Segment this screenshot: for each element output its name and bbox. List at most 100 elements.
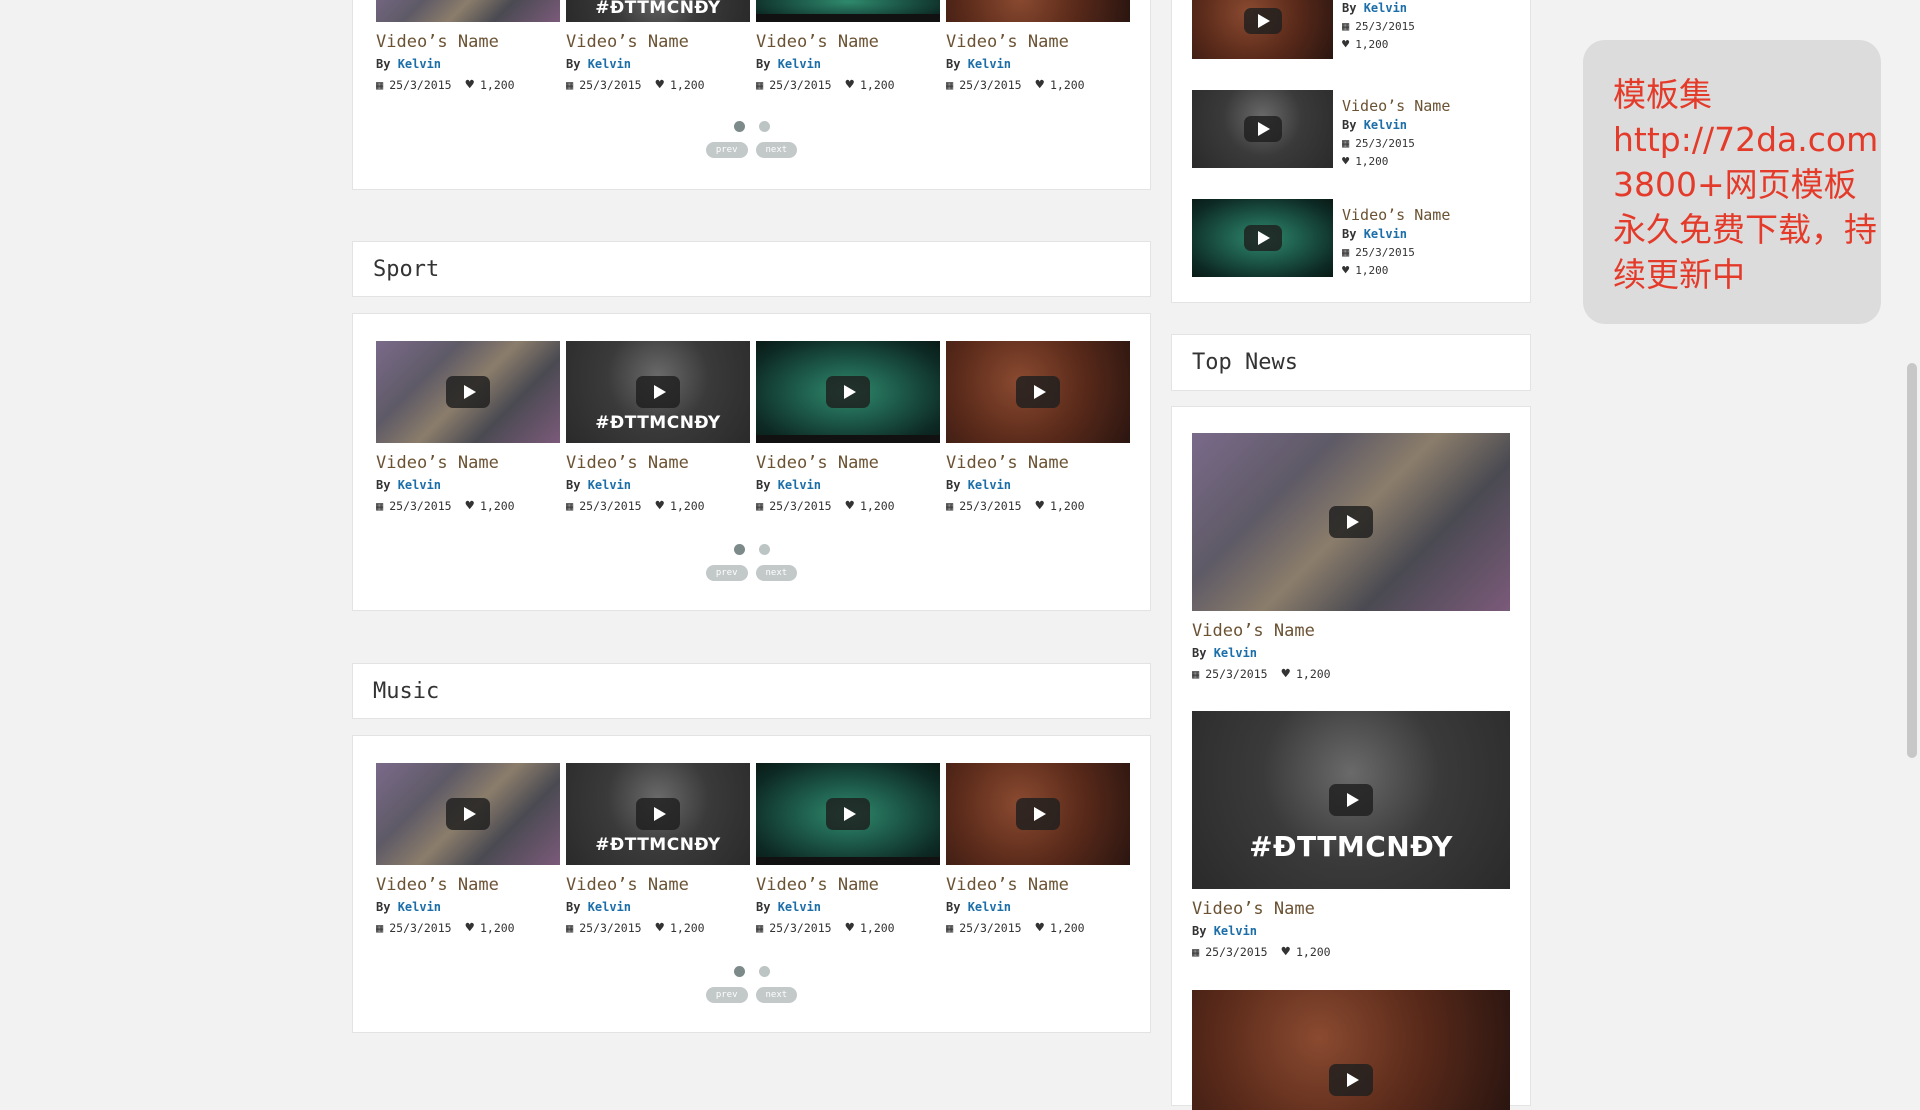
video-name[interactable]: Video’s Name bbox=[756, 32, 940, 52]
play-icon[interactable] bbox=[1329, 784, 1373, 816]
video-name[interactable]: Video’s Name bbox=[1342, 96, 1450, 116]
play-icon[interactable] bbox=[826, 376, 870, 408]
video-card[interactable]: Video’s Name By Kelvin ▦ 25/3/2015 ♥ 1,200 bbox=[756, 763, 940, 936]
video-thumbnail[interactable] bbox=[946, 0, 1130, 22]
video-thumbnail[interactable] bbox=[946, 341, 1130, 443]
author-link[interactable]: Kelvin bbox=[778, 900, 821, 914]
video-thumbnail[interactable] bbox=[1192, 0, 1333, 59]
video-thumbnail[interactable] bbox=[756, 341, 940, 443]
ad-banner[interactable]: 模板集 http://72da.com 3800+网页模板永久免费下载，持续更新… bbox=[1583, 40, 1881, 324]
video-card[interactable]: #ĐTTMCNĐY Video’s Name By Kelvin ▦ 25/3/2… bbox=[566, 341, 750, 514]
carousel-dot[interactable] bbox=[733, 544, 745, 555]
carousel-dot[interactable] bbox=[733, 966, 745, 977]
author-link[interactable]: Kelvin bbox=[398, 900, 441, 914]
video-thumbnail[interactable] bbox=[946, 763, 1130, 865]
author-link[interactable]: Kelvin bbox=[588, 57, 631, 71]
author-link[interactable]: Kelvin bbox=[778, 478, 821, 492]
top-news-item[interactable]: #ĐTTMCNĐY Video’s Name By Kelvin ▦ 25/3/2… bbox=[1192, 711, 1510, 960]
video-name[interactable]: Video’s Name bbox=[566, 453, 750, 473]
video-name[interactable]: Video’s Name bbox=[756, 875, 940, 895]
video-card[interactable]: Video’s Name By Kelvin ▦ 25/3/2015 ♥ 1,200 bbox=[946, 763, 1130, 936]
scrollbar-thumb[interactable] bbox=[1907, 363, 1917, 758]
video-byline: By Kelvin bbox=[1342, 227, 1450, 241]
carousel-dot[interactable] bbox=[758, 121, 770, 132]
video-thumbnail[interactable] bbox=[376, 341, 560, 443]
next-button[interactable]: next bbox=[755, 987, 798, 1003]
video-card[interactable]: Video’s Name By Kelvin ▦ 25/3/2015 ♥ 1,200 bbox=[946, 0, 1130, 93]
video-thumbnail[interactable]: #ĐTTMCNĐY bbox=[566, 341, 750, 443]
video-name[interactable]: Video’s Name bbox=[376, 875, 560, 895]
author-link[interactable]: Kelvin bbox=[1214, 646, 1257, 660]
video-card[interactable]: Video’s Name By Kelvin ▦ 25/3/2015 ♥ 1,200 bbox=[376, 341, 560, 514]
author-link[interactable]: Kelvin bbox=[968, 478, 1011, 492]
next-button[interactable]: next bbox=[755, 142, 798, 158]
play-icon[interactable] bbox=[1243, 116, 1282, 142]
prev-button[interactable]: prev bbox=[705, 565, 748, 581]
video-card[interactable]: Video’s Name By Kelvin ▦ 25/3/2015 ♥ 1,200 bbox=[376, 763, 560, 936]
play-icon[interactable] bbox=[1016, 376, 1060, 408]
author-link[interactable]: Kelvin bbox=[398, 478, 441, 492]
author-link[interactable]: Kelvin bbox=[1364, 227, 1407, 241]
prev-button[interactable]: prev bbox=[705, 142, 748, 158]
top-news-item[interactable]: Video’s Name By Kelvin ▦ 25/3/2015 ♥ 1,200 bbox=[1192, 433, 1510, 682]
video-thumbnail[interactable] bbox=[376, 763, 560, 865]
video-thumbnail[interactable] bbox=[376, 0, 560, 22]
play-icon[interactable] bbox=[1016, 798, 1060, 830]
play-icon[interactable] bbox=[636, 376, 680, 408]
video-name[interactable]: Video’s Name bbox=[376, 453, 560, 473]
sidebar-video-item[interactable]: Video’s Name By Kelvin ▦ 25/3/2015 ♥ 1,200 bbox=[1192, 199, 1450, 277]
video-card[interactable]: Video’s Name By Kelvin ▦ 25/3/2015 ♥ 1,200 bbox=[946, 341, 1130, 514]
sidebar-video-item[interactable]: Video’s Name By Kelvin ▦ 25/3/2015 ♥ 1,200 bbox=[1192, 90, 1450, 168]
author-link[interactable]: Kelvin bbox=[588, 478, 631, 492]
video-thumbnail[interactable]: #ĐTTMCNĐY bbox=[566, 763, 750, 865]
video-thumbnail[interactable] bbox=[756, 0, 940, 22]
video-thumbnail[interactable] bbox=[1192, 433, 1510, 611]
video-name[interactable]: Video’s Name bbox=[566, 32, 750, 52]
video-name[interactable]: Video’s Name bbox=[756, 453, 940, 473]
video-card[interactable]: #ĐTTMCNĐY Video’s Name By Kelvin ▦ 25/3/2… bbox=[566, 763, 750, 936]
play-icon[interactable] bbox=[636, 798, 680, 830]
play-icon[interactable] bbox=[446, 376, 490, 408]
author-link[interactable]: Kelvin bbox=[968, 900, 1011, 914]
author-link[interactable]: Kelvin bbox=[398, 57, 441, 71]
video-name[interactable]: Video’s Name bbox=[946, 453, 1130, 473]
video-thumbnail[interactable] bbox=[1192, 90, 1333, 168]
video-card[interactable]: Video’s Name By Kelvin ▦ 25/3/2015 ♥ 1,200 bbox=[756, 0, 940, 93]
video-thumbnail[interactable] bbox=[756, 763, 940, 865]
prev-button[interactable]: prev bbox=[705, 987, 748, 1003]
video-thumbnail[interactable] bbox=[1192, 990, 1510, 1110]
sidebar-video-item[interactable]: By Kelvin ▦ 25/3/2015 ♥ 1,200 bbox=[1192, 0, 1415, 59]
play-icon[interactable] bbox=[1243, 225, 1282, 251]
author-link[interactable]: Kelvin bbox=[1364, 118, 1407, 132]
next-button[interactable]: next bbox=[755, 565, 798, 581]
play-icon[interactable] bbox=[1243, 8, 1282, 34]
video-thumbnail[interactable]: #ĐTTMCNĐY bbox=[566, 0, 750, 22]
video-date: 25/3/2015 bbox=[1355, 136, 1415, 150]
video-name[interactable]: Video’s Name bbox=[1192, 899, 1510, 919]
author-link[interactable]: Kelvin bbox=[1364, 1, 1407, 15]
video-name[interactable]: Video’s Name bbox=[1342, 205, 1450, 225]
video-info: By Kelvin ▦ 25/3/2015 ♥ 1,200 bbox=[1342, 0, 1415, 59]
carousel-dot[interactable] bbox=[758, 966, 770, 977]
play-icon[interactable] bbox=[826, 798, 870, 830]
author-link[interactable]: Kelvin bbox=[1214, 924, 1257, 938]
video-thumbnail[interactable]: #ĐTTMCNĐY bbox=[1192, 711, 1510, 889]
video-thumbnail[interactable] bbox=[1192, 199, 1333, 277]
video-card[interactable]: #ĐTTMCNĐY Video’s Name By Kelvin ▦ 25/3/2… bbox=[566, 0, 750, 93]
author-link[interactable]: Kelvin bbox=[588, 900, 631, 914]
video-card[interactable]: Video’s Name By Kelvin ▦ 25/3/2015 ♥ 1,200 bbox=[376, 0, 560, 93]
video-name[interactable]: Video’s Name bbox=[566, 875, 750, 895]
carousel-dot[interactable] bbox=[758, 544, 770, 555]
play-icon[interactable] bbox=[1329, 1064, 1373, 1096]
video-name[interactable]: Video’s Name bbox=[1192, 621, 1510, 641]
author-link[interactable]: Kelvin bbox=[778, 57, 821, 71]
video-card[interactable]: Video’s Name By Kelvin ▦ 25/3/2015 ♥ 1,200 bbox=[756, 341, 940, 514]
video-name[interactable]: Video’s Name bbox=[946, 875, 1130, 895]
top-news-item[interactable] bbox=[1192, 990, 1510, 1110]
play-icon[interactable] bbox=[1329, 506, 1373, 538]
carousel-dot[interactable] bbox=[733, 121, 745, 132]
video-name[interactable]: Video’s Name bbox=[946, 32, 1130, 52]
author-link[interactable]: Kelvin bbox=[968, 57, 1011, 71]
play-icon[interactable] bbox=[446, 798, 490, 830]
video-name[interactable]: Video’s Name bbox=[376, 32, 560, 52]
